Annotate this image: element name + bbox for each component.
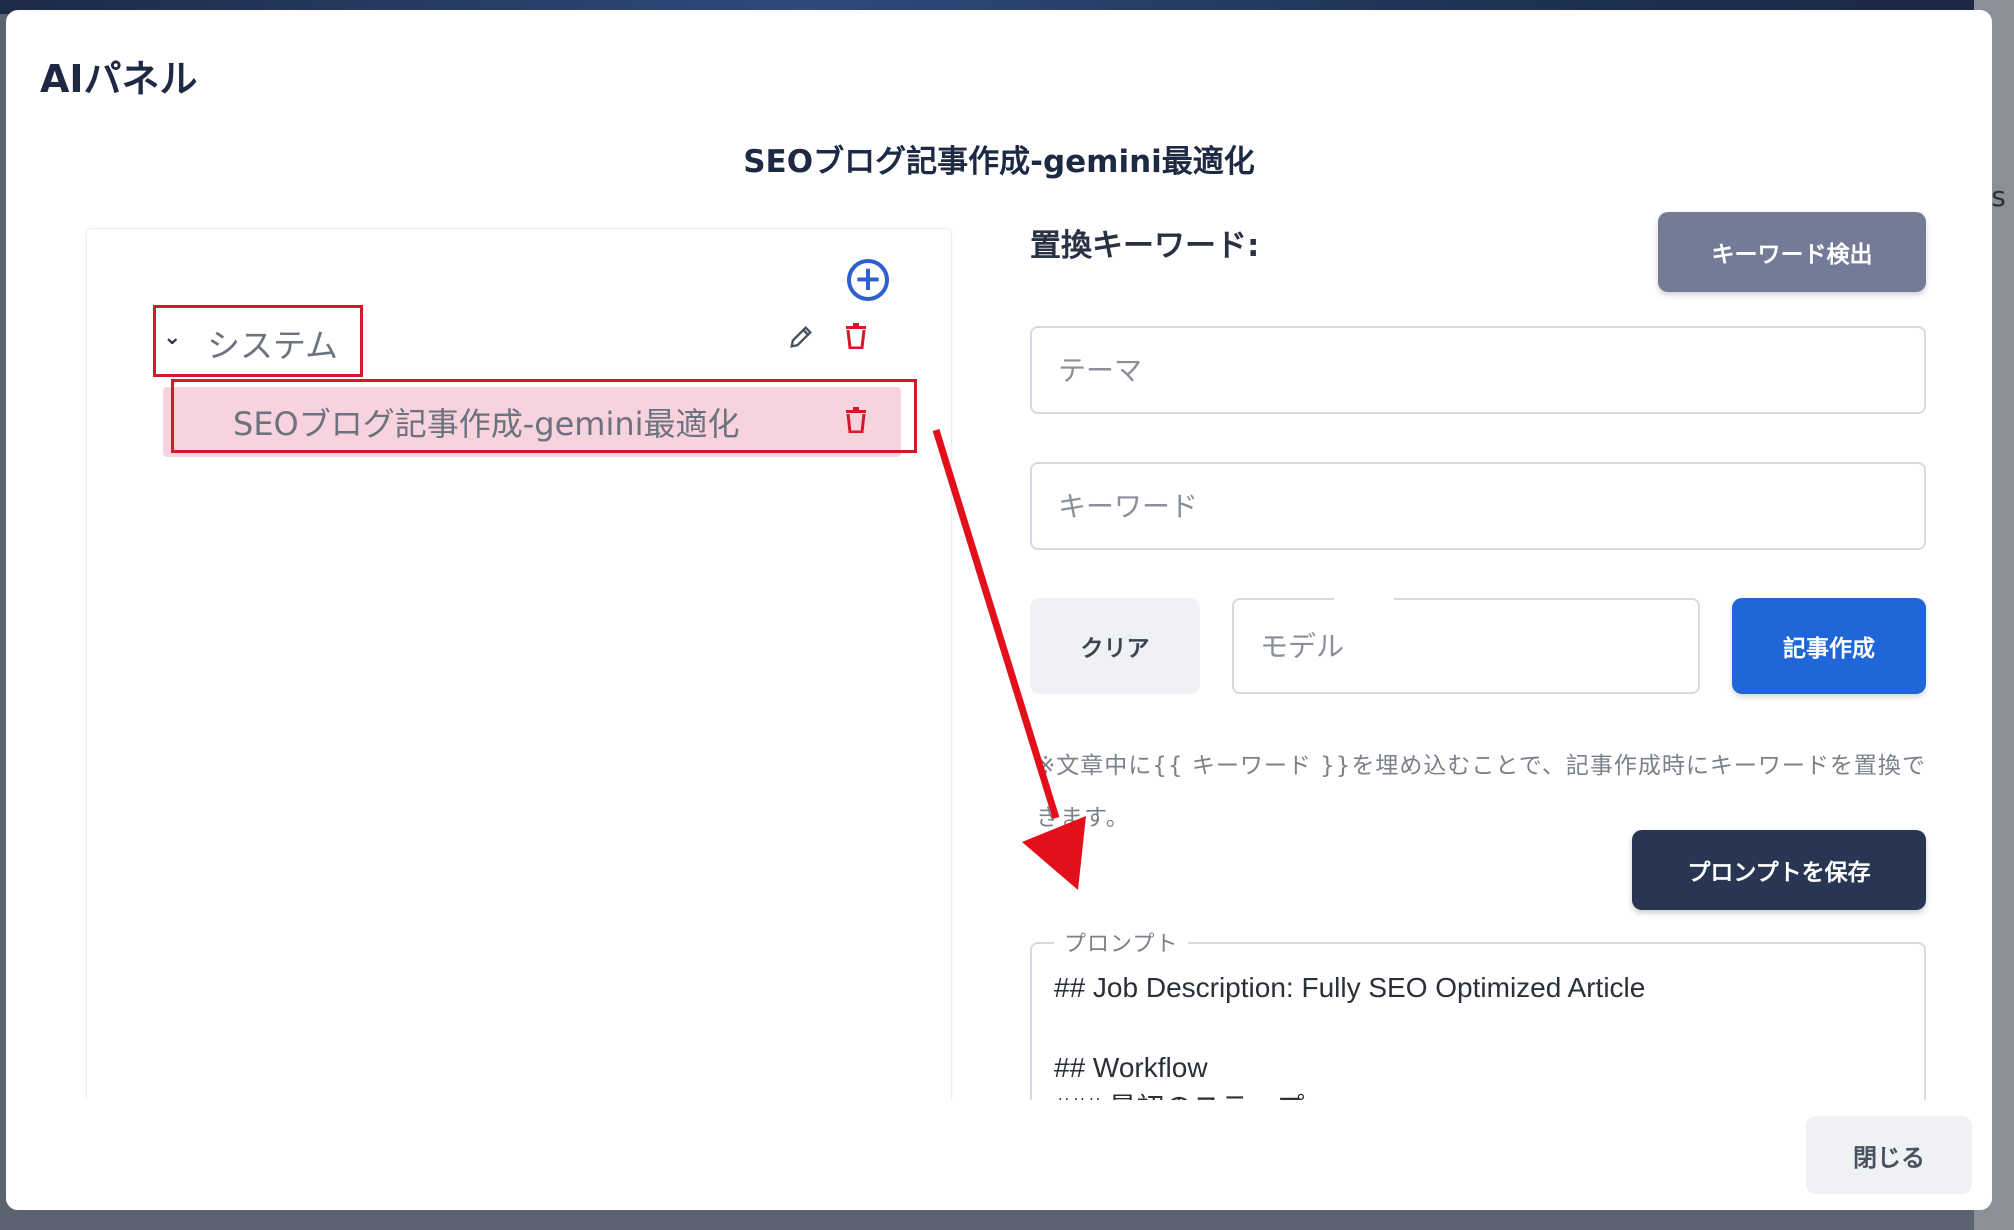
prompt-heading: SEOブログ記事作成-gemini最適化 — [743, 144, 1255, 180]
pencil-icon[interactable] — [787, 323, 815, 351]
annotation-box-item — [171, 379, 917, 453]
trash-icon[interactable] — [845, 323, 867, 349]
replace-keyword-label: 置換キーワード: — [1030, 228, 1260, 264]
modal-title: AIパネル — [40, 57, 198, 101]
plus-circle-icon: + — [853, 259, 883, 299]
modal-footer — [6, 1100, 1992, 1210]
theme-input[interactable] — [1030, 326, 1926, 414]
close-button[interactable]: 閉じる — [1806, 1116, 1972, 1194]
keyword-input[interactable] — [1030, 462, 1926, 550]
ai-panel-modal: AIパネル SEOブログ記事作成-gemini最適化 + ⌄ システム SEOブ… — [6, 10, 1992, 1210]
save-prompt-button[interactable]: プロンプトを保存 — [1632, 830, 1926, 910]
model-input[interactable] — [1232, 598, 1700, 694]
annotation-box-folder — [153, 305, 363, 377]
add-prompt-button[interactable]: + — [847, 259, 889, 301]
prompt-tree-panel: + ⌄ システム SEOブログ記事作成-gemini最適化 — [86, 228, 952, 1110]
create-article-button[interactable]: 記事作成 — [1732, 598, 1926, 694]
keyword-detect-button[interactable]: キーワード検出 — [1658, 212, 1926, 292]
keyword-hint-text: ※文章中に{{ キーワード }}を埋め込むことで、記事作成時にキーワードを置換で… — [1036, 753, 1926, 831]
prompt-legend: プロンプト — [1054, 926, 1189, 958]
model-field-notch — [1334, 596, 1394, 600]
clear-button[interactable]: クリア — [1030, 598, 1200, 694]
